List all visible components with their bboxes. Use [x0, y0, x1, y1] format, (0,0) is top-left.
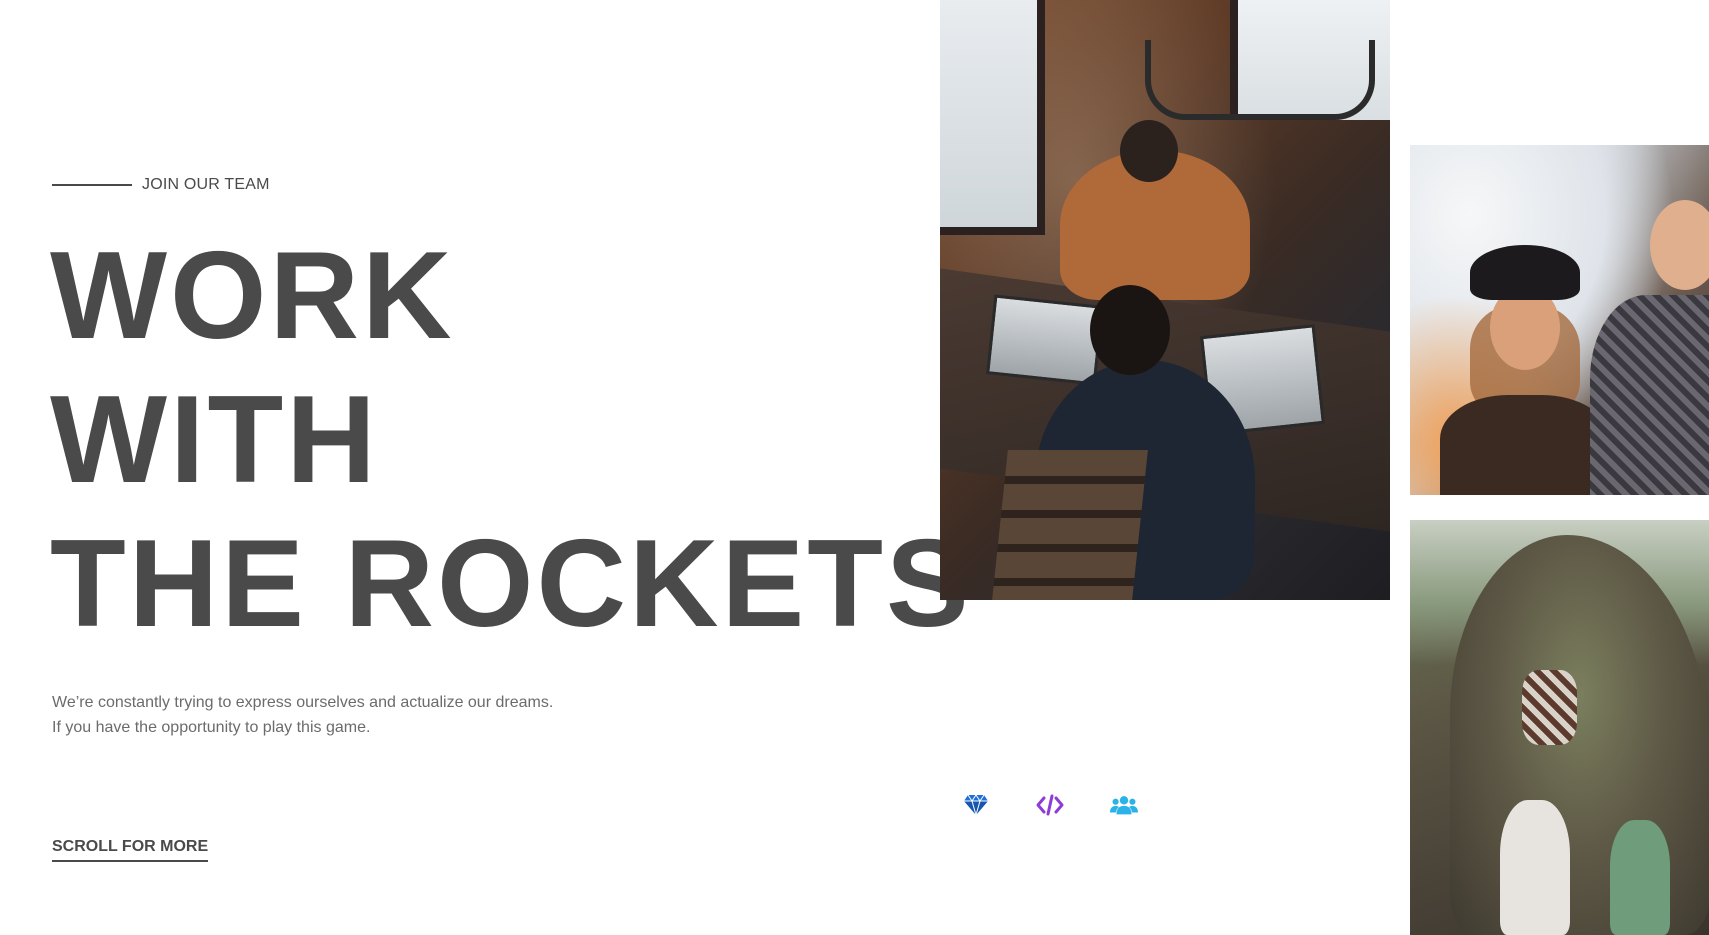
lead-line-2: If you have the opportunity to play this… — [52, 719, 371, 736]
photo-chandelier — [1145, 40, 1375, 120]
photo-spotter — [1500, 800, 1570, 935]
eyebrow-text: JOIN OUR TEAM — [142, 176, 270, 193]
headline-line-3: THE ROCKETS — [50, 515, 972, 653]
photo-spotter — [1610, 820, 1670, 935]
users-icon-svg — [1110, 796, 1138, 815]
page-title: WORK WITH THE ROCKETS — [50, 224, 972, 656]
rock-climbing-photo — [1410, 520, 1709, 935]
lead-line-1: We’re constantly trying to express ourse… — [52, 694, 554, 711]
photo-body — [1440, 395, 1610, 495]
users-icon[interactable] — [1110, 791, 1138, 819]
headline-line-1: WORK — [50, 227, 455, 365]
photo-person-head — [1090, 285, 1170, 375]
photo-laptop — [986, 294, 1104, 386]
eyebrow: JOIN OUR TEAM — [52, 176, 270, 194]
photo-chair — [992, 450, 1148, 600]
diamond-icon-svg — [964, 794, 988, 816]
headline-line-2: WITH — [50, 371, 379, 509]
photo-face — [1650, 200, 1709, 290]
laughing-friends-photo — [1410, 145, 1709, 495]
icon-row — [962, 791, 1138, 819]
scroll-for-more-link[interactable]: SCROLL FOR MORE — [52, 838, 209, 862]
hero-page: JOIN OUR TEAM WORK WITH THE ROCKETS We’r… — [0, 0, 1709, 935]
photo-window — [940, 0, 1045, 235]
photo-climber — [1522, 670, 1577, 745]
photo-person-head — [1120, 120, 1178, 182]
code-icon-svg — [1036, 794, 1064, 816]
lead-paragraph: We’re constantly trying to express ourse… — [52, 690, 553, 740]
team-meeting-photo — [940, 0, 1390, 600]
eyebrow-line — [52, 184, 132, 186]
photo-body — [1590, 295, 1709, 495]
code-icon[interactable] — [1036, 791, 1064, 819]
photo-rock — [1450, 535, 1709, 935]
photo-hat — [1470, 245, 1580, 300]
diamond-icon[interactable] — [962, 791, 990, 819]
